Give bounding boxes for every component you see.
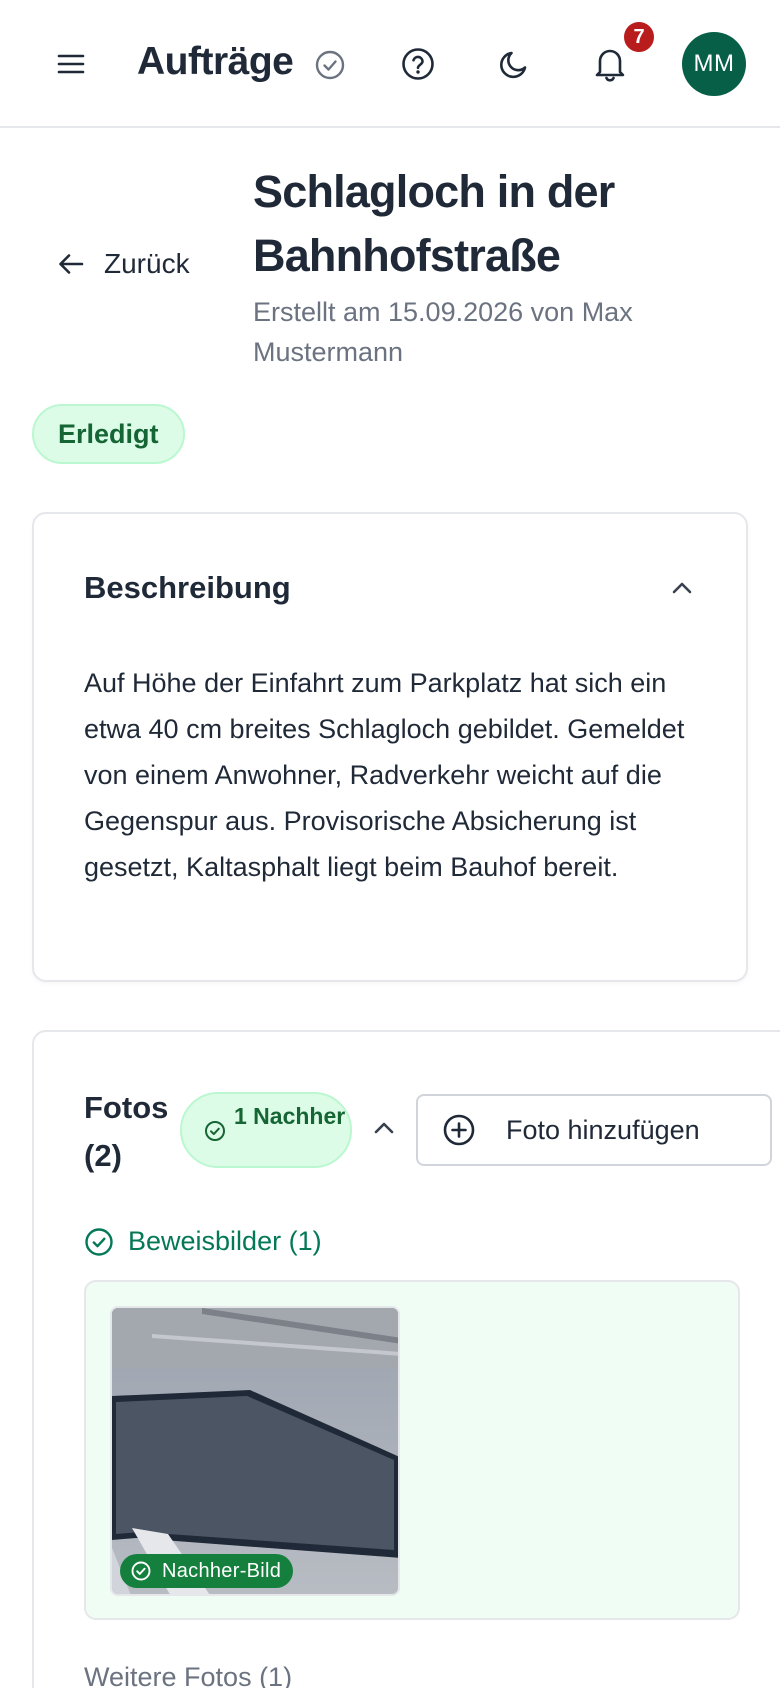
add-photo-button[interactable]: Foto hinzufügen [416, 1094, 772, 1166]
description-title: Beschreibung [84, 570, 291, 605]
chevron-up-icon[interactable] [668, 574, 696, 602]
evidence-gallery: Nachher-Bild [84, 1280, 740, 1620]
plus-circle-icon [443, 1114, 475, 1146]
page-title: Schlagloch in der Bahnhofstraße [253, 166, 615, 281]
app-title: Aufträge [137, 40, 294, 83]
moon-icon[interactable] [496, 46, 532, 82]
chevron-up-icon[interactable] [370, 1114, 398, 1142]
description-card: Beschreibung Auf Höhe der Einfahrt zum P… [32, 512, 748, 982]
back-label: Zurück [104, 248, 190, 279]
arrow-left-icon [59, 254, 84, 274]
menu-icon[interactable] [56, 49, 86, 79]
notification-badge: 7 [622, 20, 656, 54]
add-photo-label: Foto hinzufügen [506, 1114, 700, 1145]
status-badge: Erledigt [32, 404, 185, 464]
check-circle-icon [85, 1227, 113, 1256]
nachher-count-chip: 1 Nachher [180, 1092, 352, 1168]
evidence-photo[interactable]: Nachher-Bild [110, 1306, 400, 1596]
photos-title: Fotos (2) [84, 1090, 169, 1173]
evidence-heading: Beweisbilder (1) [84, 1226, 322, 1257]
help-icon[interactable] [400, 46, 436, 82]
photos-card: Fotos (2) 1 Nachher Foto hinzufügen Bewe… [32, 1030, 780, 1688]
nachher-tag-label: Nachher-Bild [162, 1559, 282, 1582]
top-bar: Aufträge 7 MM [0, 0, 780, 128]
back-link[interactable]: Zurück [56, 248, 190, 280]
avatar[interactable]: MM [682, 32, 746, 96]
bell-icon[interactable] [592, 44, 628, 84]
check-circle-icon [314, 49, 346, 81]
check-circle-icon [205, 1121, 225, 1141]
description-text: Auf Höhe der Einfahrt zum Parkplatz hat … [84, 668, 685, 882]
more-photos-heading: Weitere Fotos (1) [84, 1662, 293, 1688]
evidence-heading-label: Beweisbilder (1) [128, 1226, 322, 1256]
nachher-chip-label: 1 Nachher [234, 1103, 346, 1129]
check-circle-icon [131, 1561, 151, 1581]
photo-image [112, 1308, 398, 1594]
nachher-tag: Nachher-Bild [120, 1554, 294, 1588]
created-info: Erstellt am 15.09.2026 von Max Musterman… [253, 297, 633, 367]
